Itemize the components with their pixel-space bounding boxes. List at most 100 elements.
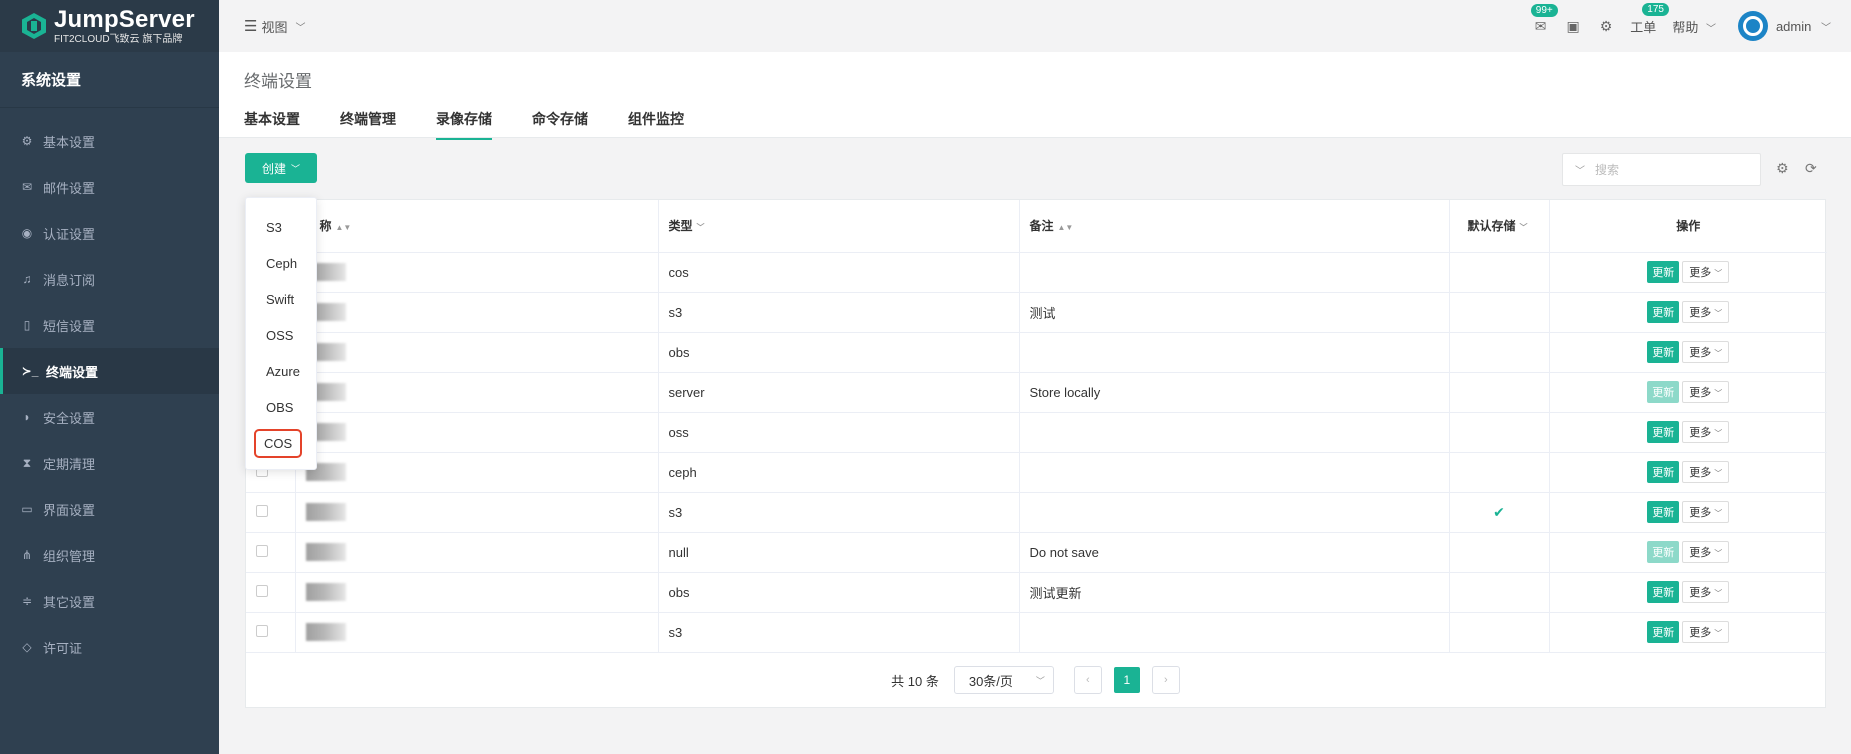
more-button[interactable]: 更多 ﹀ bbox=[1682, 541, 1730, 563]
name-header[interactable]: 称 ▲▼ bbox=[295, 200, 659, 253]
dropdown-item-oss[interactable]: OSS bbox=[246, 317, 316, 353]
sidebar-item-5[interactable]: ≻_ 终端设置 bbox=[0, 348, 219, 394]
update-button[interactable]: 更新 bbox=[1647, 341, 1680, 363]
actions-cell: 更新 更多 ﹀ bbox=[1549, 492, 1827, 533]
more-button[interactable]: 更多 ﹀ bbox=[1682, 301, 1730, 323]
settings-button[interactable]: ⚙ bbox=[1600, 18, 1613, 35]
more-button[interactable]: 更多 ﹀ bbox=[1682, 421, 1730, 443]
sort-icon[interactable]: ▲▼ bbox=[1058, 223, 1074, 232]
type-header[interactable]: 类型 ﹀ bbox=[658, 200, 1020, 253]
page-number[interactable]: 1 bbox=[1113, 667, 1140, 693]
avatar[interactable] bbox=[1737, 11, 1768, 41]
update-button[interactable]: 更新 bbox=[1647, 381, 1680, 403]
name-cell[interactable] bbox=[295, 412, 659, 453]
tab-4[interactable]: 组件监控 bbox=[628, 109, 684, 140]
view-menu[interactable]: ☰ 视图 ﹀ bbox=[244, 17, 305, 36]
update-button[interactable]: 更新 bbox=[1647, 501, 1680, 523]
update-button[interactable]: 更新 bbox=[1647, 621, 1680, 643]
tab-0[interactable]: 基本设置 bbox=[244, 109, 300, 140]
table-row[interactable]: server Store locally 更新 更多 ﹀ bbox=[246, 372, 1827, 413]
dropdown-item-cos[interactable]: COS bbox=[246, 425, 316, 461]
sidebar-item-4[interactable]: ▯ 短信设置 bbox=[0, 302, 219, 348]
sidebar-item-11[interactable]: ◇ 许可证 bbox=[0, 624, 219, 670]
update-button[interactable]: 更新 bbox=[1647, 421, 1680, 443]
comment-cell bbox=[1019, 332, 1450, 373]
search-box[interactable]: ﹀ bbox=[1562, 153, 1761, 186]
tab-3[interactable]: 命令存储 bbox=[532, 109, 588, 140]
sidebar-item-0[interactable]: ⚙ 基本设置 bbox=[0, 118, 219, 164]
checkbox[interactable] bbox=[256, 584, 268, 597]
row-select[interactable] bbox=[246, 532, 296, 573]
row-select[interactable] bbox=[246, 612, 296, 653]
dropdown-item-s3[interactable]: S3 bbox=[246, 209, 316, 245]
table-row[interactable]: ceph 更新 更多 ﹀ bbox=[246, 452, 1827, 493]
default-cell: ✔ bbox=[1449, 492, 1550, 533]
table-row[interactable]: s3 更新 更多 ﹀ bbox=[246, 612, 1827, 653]
checkbox[interactable] bbox=[256, 544, 268, 557]
dropdown-item-swift[interactable]: Swift bbox=[246, 281, 316, 317]
more-button[interactable]: 更多 ﹀ bbox=[1682, 261, 1730, 283]
more-button[interactable]: 更多 ﹀ bbox=[1682, 381, 1730, 403]
row-select[interactable] bbox=[246, 492, 296, 533]
update-button[interactable]: 更新 bbox=[1647, 301, 1680, 323]
table-row[interactable]: cos 更新 更多 ﹀ bbox=[246, 252, 1827, 293]
comment-header[interactable]: 备注 ▲▼ bbox=[1019, 200, 1450, 253]
sidebar-item-3[interactable]: ♫ 消息订阅 bbox=[0, 256, 219, 302]
table-row[interactable]: obs 测试更新 更新 更多 ﹀ bbox=[246, 572, 1827, 613]
row-select[interactable] bbox=[246, 572, 296, 613]
name-cell[interactable] bbox=[295, 372, 659, 413]
name-cell[interactable] bbox=[295, 612, 659, 653]
checkbox[interactable] bbox=[256, 504, 268, 517]
update-button[interactable]: 更新 bbox=[1647, 261, 1680, 283]
sidebar-item-10[interactable]: ≑ 其它设置 bbox=[0, 578, 219, 624]
sidebar-item-6[interactable]: ◗ 安全设置 bbox=[0, 394, 219, 440]
default-header[interactable]: 默认存储 ﹀ bbox=[1449, 200, 1550, 253]
dropdown-item-obs[interactable]: OBS bbox=[246, 389, 316, 425]
chevron-down-icon[interactable]: ﹀ bbox=[1575, 162, 1585, 177]
update-button[interactable]: 更新 bbox=[1647, 541, 1680, 563]
user-menu[interactable]: admin ﹀ bbox=[1776, 19, 1831, 34]
sidebar-item-2[interactable]: ◉ 认证设置 bbox=[0, 210, 219, 256]
gear-icon[interactable]: ⚙ bbox=[1776, 160, 1789, 177]
create-button[interactable]: 创建 ﹀ bbox=[245, 153, 317, 183]
dropdown-item-ceph[interactable]: Ceph bbox=[246, 245, 316, 281]
sidebar-item-1[interactable]: ✉ 邮件设置 bbox=[0, 164, 219, 210]
more-button[interactable]: 更多 ﹀ bbox=[1682, 341, 1730, 363]
name-cell[interactable] bbox=[295, 572, 659, 613]
more-button[interactable]: 更多 ﹀ bbox=[1682, 581, 1730, 603]
name-cell[interactable] bbox=[295, 252, 659, 293]
mail-button[interactable]: 99+ ✉ bbox=[1530, 3, 1558, 35]
table-row[interactable]: obs 更新 更多 ﹀ bbox=[246, 332, 1827, 373]
sort-icon[interactable]: ▲▼ bbox=[336, 223, 352, 232]
name-cell[interactable] bbox=[295, 532, 659, 573]
tickets-link[interactable]: 175 工单 bbox=[1630, 2, 1669, 36]
search-input[interactable] bbox=[1595, 162, 1735, 177]
update-button[interactable]: 更新 bbox=[1647, 581, 1680, 603]
table-row[interactable]: s3 ✔ 更新 更多 ﹀ bbox=[246, 492, 1827, 533]
more-button[interactable]: 更多 ﹀ bbox=[1682, 461, 1730, 483]
next-page-button[interactable]: › bbox=[1151, 666, 1180, 694]
table-row[interactable]: s3 测试 更新 更多 ﹀ bbox=[246, 292, 1827, 333]
tab-1[interactable]: 终端管理 bbox=[340, 109, 396, 140]
dropdown-item-azure[interactable]: Azure bbox=[246, 353, 316, 389]
table-row[interactable]: null Do not save 更新 更多 ﹀ bbox=[246, 532, 1827, 573]
sidebar-item-8[interactable]: ▭ 界面设置 bbox=[0, 486, 219, 532]
checkbox[interactable] bbox=[256, 624, 268, 637]
name-cell[interactable] bbox=[295, 332, 659, 373]
name-cell[interactable] bbox=[295, 492, 659, 533]
refresh-icon[interactable]: ⟳ bbox=[1805, 160, 1817, 177]
update-button[interactable]: 更新 bbox=[1647, 461, 1680, 483]
web-terminal-button[interactable]: ▣ bbox=[1567, 18, 1580, 35]
name-cell[interactable] bbox=[295, 292, 659, 333]
more-button[interactable]: 更多 ﹀ bbox=[1682, 501, 1730, 523]
logo[interactable]: JumpServer FIT2CLOUD飞致云 旗下品牌 bbox=[0, 0, 219, 52]
help-menu[interactable]: 帮助 ﹀ bbox=[1672, 17, 1716, 36]
table-row[interactable]: oss 更新 更多 ﹀ bbox=[246, 412, 1827, 453]
sidebar-item-9[interactable]: ⋔ 组织管理 bbox=[0, 532, 219, 578]
page-size-select[interactable]: 30条/页 ﹀ bbox=[953, 666, 1054, 694]
name-cell[interactable] bbox=[295, 452, 659, 493]
sidebar-item-7[interactable]: ⧗ 定期清理 bbox=[0, 440, 219, 486]
prev-page-button[interactable]: ‹ bbox=[1073, 666, 1102, 694]
tab-2[interactable]: 录像存储 bbox=[436, 109, 492, 140]
more-button[interactable]: 更多 ﹀ bbox=[1682, 621, 1730, 643]
